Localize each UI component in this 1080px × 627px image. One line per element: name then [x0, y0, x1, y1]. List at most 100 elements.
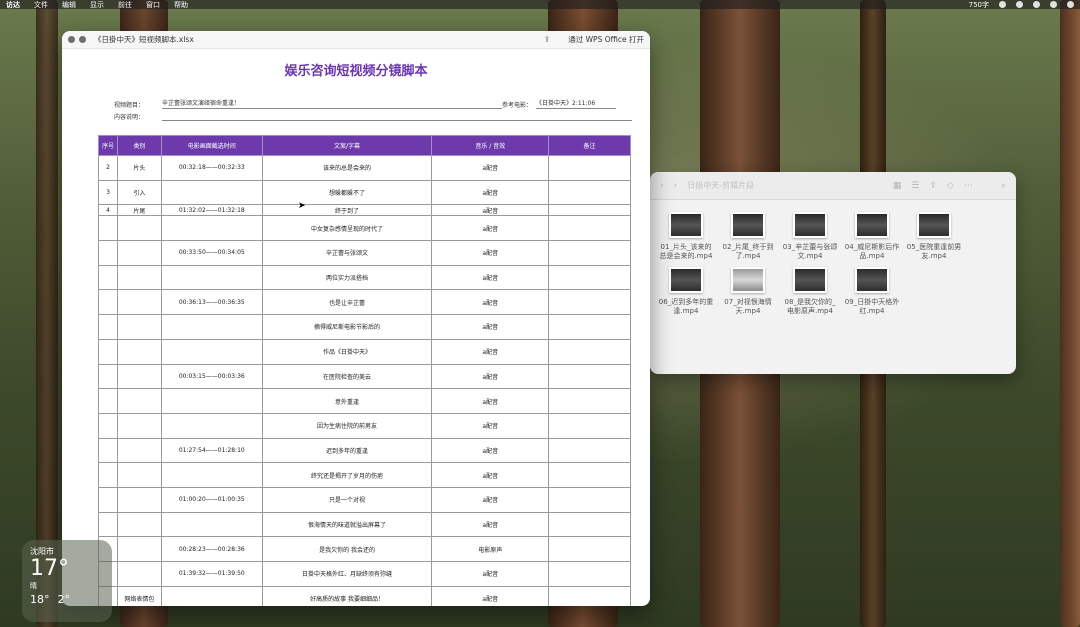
group-icon[interactable]: ☰: [911, 181, 919, 191]
grid-view-icon[interactable]: ▦: [893, 181, 902, 191]
table-cell[interactable]: 4: [98, 204, 118, 217]
status-icon[interactable]: [1016, 1, 1023, 8]
table-cell[interactable]: [98, 314, 118, 340]
table-cell[interactable]: [98, 486, 118, 513]
table-cell[interactable]: a配音: [431, 462, 550, 488]
control-center-icon[interactable]: [1067, 1, 1074, 8]
table-cell[interactable]: [116, 363, 162, 390]
table-cell[interactable]: a配音: [431, 511, 550, 538]
table-cell[interactable]: a配音: [431, 363, 550, 390]
menu-item[interactable]: 编辑: [62, 0, 76, 10]
table-row[interactable]: 00:28:23——00:28:36 是我欠你的 我会还的 电影原声: [98, 536, 631, 562]
table-cell[interactable]: 00:28:23——00:28:36: [160, 536, 263, 562]
table-cell[interactable]: a配音: [431, 412, 550, 439]
share-icon[interactable]: ⇪: [929, 181, 937, 191]
table-cell[interactable]: [548, 536, 631, 562]
table-cell[interactable]: 2: [98, 155, 118, 181]
table-cell[interactable]: a配音: [431, 338, 550, 365]
forward-icon[interactable]: ›: [674, 181, 678, 191]
weather-widget[interactable]: 沈阳市 17° 晴 18° 2°: [22, 540, 112, 622]
table-cell[interactable]: 01:32:02——01:32:18: [160, 204, 263, 217]
table-cell[interactable]: 作品《日掛中天》: [261, 338, 433, 365]
table-cell[interactable]: [160, 314, 263, 340]
table-cell[interactable]: [548, 289, 631, 316]
table-cell[interactable]: [548, 412, 631, 439]
table-cell[interactable]: 电影原声: [431, 536, 550, 562]
table-cell[interactable]: [116, 240, 162, 266]
table-cell[interactable]: 网络表情包: [116, 585, 162, 606]
table-cell[interactable]: 日掛中天格外红、月缺终须有弥缝: [261, 561, 433, 587]
table-cell[interactable]: [160, 412, 263, 439]
close-icon[interactable]: [68, 36, 75, 43]
share-icon[interactable]: ⇪: [544, 35, 551, 44]
table-cell[interactable]: a配音: [431, 314, 550, 340]
table-row[interactable]: 两位实力派搭档 a配音: [98, 264, 631, 291]
menu-item[interactable]: 前往: [118, 0, 132, 10]
file-item[interactable]: 06_迟到多年的重逢.mp4: [658, 267, 714, 316]
table-cell[interactable]: [548, 204, 631, 217]
table-cell[interactable]: a配音: [431, 264, 550, 291]
table-cell[interactable]: a配音: [431, 437, 550, 464]
table-cell[interactable]: 片头: [116, 155, 162, 181]
table-cell[interactable]: [548, 264, 631, 291]
menu-item[interactable]: 窗口: [146, 0, 160, 10]
table-cell[interactable]: 恨海情天的味道就溢出屏幕了: [261, 511, 433, 538]
menu-item[interactable]: 文件: [34, 0, 48, 10]
table-row[interactable]: 00:36:13——00:36:35 也是让辛芷蕾 a配音: [98, 289, 631, 316]
file-item[interactable]: 03_辛芷蕾与张颂文.mp4: [782, 212, 838, 261]
file-item[interactable]: 04_威尼斯影后作品.mp4: [844, 212, 900, 261]
table-row[interactable]: 因为生病住院的前男友 a配音: [98, 412, 631, 439]
table-cell[interactable]: [116, 511, 162, 538]
table-cell[interactable]: [98, 240, 118, 266]
table-cell[interactable]: 引入: [116, 179, 162, 206]
table-cell[interactable]: [116, 536, 162, 562]
table-cell[interactable]: [116, 486, 162, 513]
table-cell[interactable]: 01:39:32——01:39:50: [160, 561, 263, 587]
table-cell[interactable]: 意外重逢: [261, 388, 433, 414]
table-cell[interactable]: [548, 437, 631, 464]
table-row[interactable]: 恨海情天的味道就溢出屏幕了 a配音: [98, 511, 631, 538]
table-cell[interactable]: 好高质的故事 我要细细品！: [261, 585, 433, 606]
table-cell[interactable]: [160, 264, 263, 291]
table-row[interactable]: 终究还是揭开了岁月的伤疤 a配音: [98, 462, 631, 488]
table-cell[interactable]: [116, 561, 162, 587]
table-cell[interactable]: a配音: [431, 486, 550, 513]
table-cell[interactable]: [160, 511, 263, 538]
table-cell[interactable]: [548, 486, 631, 513]
table-cell[interactable]: 00:36:13——00:36:35: [160, 289, 263, 316]
table-row[interactable]: 意外重逢 a配音: [98, 388, 631, 414]
table-cell[interactable]: 迟到多年的重逢: [261, 437, 433, 464]
table-cell[interactable]: [548, 388, 631, 414]
table-cell[interactable]: [98, 338, 118, 365]
table-cell[interactable]: [116, 462, 162, 488]
table-cell[interactable]: [116, 264, 162, 291]
file-item[interactable]: 01_片头_该来的总是会来的.mp4: [658, 212, 714, 261]
table-cell[interactable]: 01:00:20——01:00:35: [160, 486, 263, 513]
table-cell[interactable]: [548, 155, 631, 181]
table-cell[interactable]: 终究还是揭开了岁月的伤疤: [261, 462, 433, 488]
menu-item[interactable]: 帮助: [174, 0, 188, 10]
table-row[interactable]: 3 引入 想躲都躲不了 a配音: [98, 179, 631, 206]
table-cell[interactable]: 该来的总是会来的: [261, 155, 433, 181]
table-cell[interactable]: 辛芷蕾与张颂文: [261, 240, 433, 266]
fullscreen-icon[interactable]: [79, 36, 86, 43]
table-cell[interactable]: [116, 338, 162, 365]
table-cell[interactable]: [98, 289, 118, 316]
table-cell[interactable]: 因为生病住院的前男友: [261, 412, 433, 439]
status-icon[interactable]: [999, 1, 1006, 8]
file-item[interactable]: 07_对视恨海情天.mp4: [720, 267, 776, 316]
more-icon[interactable]: ⋯: [964, 181, 973, 191]
table-cell[interactable]: [98, 363, 118, 390]
table-cell[interactable]: 01:27:54——01:28:10: [160, 437, 263, 464]
table-cell[interactable]: [548, 511, 631, 538]
table-cell[interactable]: [548, 585, 631, 606]
table-row[interactable]: 摘得威尼斯电影节影后的 a配音: [98, 314, 631, 340]
table-cell[interactable]: [160, 179, 263, 206]
table-cell[interactable]: a配音: [431, 561, 550, 587]
table-cell[interactable]: 00:32:18——00:32:33: [160, 155, 263, 181]
table-cell[interactable]: 3: [98, 179, 118, 206]
table-cell[interactable]: [160, 462, 263, 488]
table-cell[interactable]: a配音: [431, 388, 550, 414]
table-cell[interactable]: 也是让辛芷蕾: [261, 289, 433, 316]
menu-item[interactable]: 显示: [90, 0, 104, 10]
